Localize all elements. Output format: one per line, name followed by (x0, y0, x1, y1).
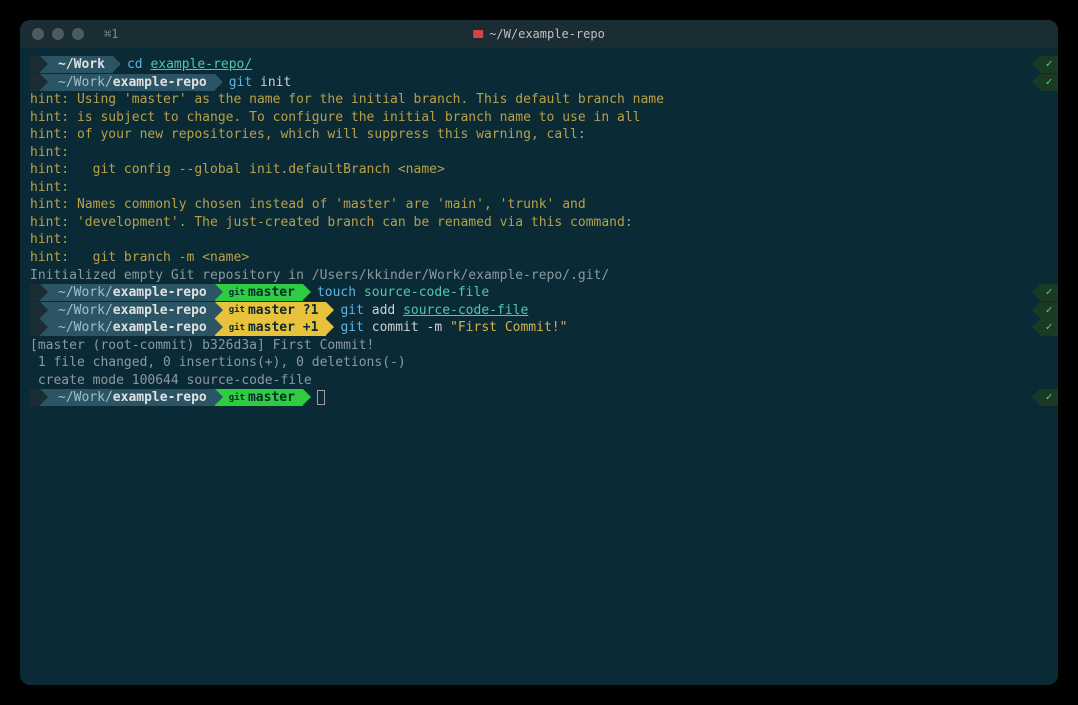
hint-output: hint: git config --global init.defaultBr… (20, 161, 1058, 179)
path-segment: ~/Work/example-repo (40, 74, 215, 91)
titlebar: ⌘1 ~/W/example-repo (20, 20, 1058, 48)
status-check-icon: ✓ (1040, 74, 1058, 91)
branch-name: master +1 (248, 319, 318, 337)
folder-icon (473, 30, 483, 38)
path-text: ~/Work/example-repo (58, 389, 207, 407)
path-segment: ~/Work (40, 56, 113, 73)
title-text: ~/W/example-repo (489, 27, 605, 41)
prompt-line-current: ~/Work/example-repo gitmaster ✓ (20, 389, 1058, 406)
path-text: ~/Work/example-repo (58, 284, 207, 302)
branch-segment: gitmaster (215, 389, 303, 406)
command: git add source-code-file (340, 302, 528, 320)
hint-output: hint: (20, 231, 1058, 249)
path-text: ~/Work/example-repo (58, 74, 207, 92)
hint-output: hint: git branch -m <name> (20, 249, 1058, 267)
git-icon: git (229, 392, 245, 404)
git-icon: git (229, 287, 245, 299)
os-segment (30, 74, 40, 91)
commit-output: [master (root-commit) b326d3a] First Com… (20, 337, 1058, 355)
branch-segment: gitmaster +1 (215, 319, 327, 336)
path-segment: ~/Work/example-repo (40, 389, 215, 406)
init-output: Initialized empty Git repository in /Use… (20, 267, 1058, 285)
prompt-line: ~/Work/example-repo git init ✓ (20, 74, 1058, 92)
status-check-icon: ✓ (1040, 284, 1058, 301)
path-text: ~/Work/example-repo (58, 319, 207, 337)
git-icon: git (229, 304, 245, 316)
terminal-content[interactable]: ~/Work cd example-repo/ ✓ ~/Work/example… (20, 48, 1058, 414)
prompt-line: ~/Work/example-repo gitmaster ?1 git add… (20, 302, 1058, 320)
path-text: ~/Work (58, 56, 105, 74)
branch-segment: gitmaster (215, 284, 303, 301)
os-segment (30, 302, 40, 319)
os-segment (30, 389, 40, 406)
path-segment: ~/Work/example-repo (40, 319, 215, 336)
branch-name: master ?1 (248, 302, 318, 320)
status-check-icon: ✓ (1040, 319, 1058, 336)
path-segment: ~/Work/example-repo (40, 302, 215, 319)
hint-output: hint: (20, 179, 1058, 197)
commit-output: create mode 100644 source-code-file (20, 372, 1058, 390)
tab-label[interactable]: ⌘1 (104, 27, 118, 41)
path-text: ~/Work/example-repo (58, 302, 207, 320)
status-check-icon: ✓ (1040, 389, 1058, 406)
hint-output: hint: 'development'. The just-created br… (20, 214, 1058, 232)
hint-output: hint: (20, 144, 1058, 162)
path-segment: ~/Work/example-repo (40, 284, 215, 301)
hint-output: hint: is subject to change. To configure… (20, 109, 1058, 127)
terminal-window: ⌘1 ~/W/example-repo ~/Work cd example-re… (20, 20, 1058, 685)
commit-output: 1 file changed, 0 insertions(+), 0 delet… (20, 354, 1058, 372)
os-segment (30, 56, 40, 73)
prompt-line: ~/Work/example-repo gitmaster +1 git com… (20, 319, 1058, 337)
branch-name: master (248, 389, 295, 407)
status-check-icon: ✓ (1040, 56, 1058, 73)
git-icon: git (229, 322, 245, 334)
prompt-line: ~/Work/example-repo gitmaster touch sour… (20, 284, 1058, 302)
command: cd example-repo/ (127, 56, 252, 74)
hint-output: hint: Names commonly chosen instead of '… (20, 196, 1058, 214)
cursor[interactable] (317, 390, 325, 405)
status-check-icon: ✓ (1040, 302, 1058, 319)
os-segment (30, 284, 40, 301)
command: git init (229, 74, 292, 92)
maximize-button[interactable] (72, 28, 84, 40)
os-segment (30, 319, 40, 336)
command: touch source-code-file (317, 284, 489, 302)
command: git commit -m "First Commit!" (340, 319, 567, 337)
minimize-button[interactable] (52, 28, 64, 40)
window-title: ~/W/example-repo (473, 27, 605, 41)
branch-name: master (248, 284, 295, 302)
traffic-lights (32, 28, 84, 40)
close-button[interactable] (32, 28, 44, 40)
hint-output: hint: of your new repositories, which wi… (20, 126, 1058, 144)
prompt-line: ~/Work cd example-repo/ ✓ (20, 56, 1058, 74)
branch-segment: gitmaster ?1 (215, 302, 327, 319)
hint-output: hint: Using 'master' as the name for the… (20, 91, 1058, 109)
